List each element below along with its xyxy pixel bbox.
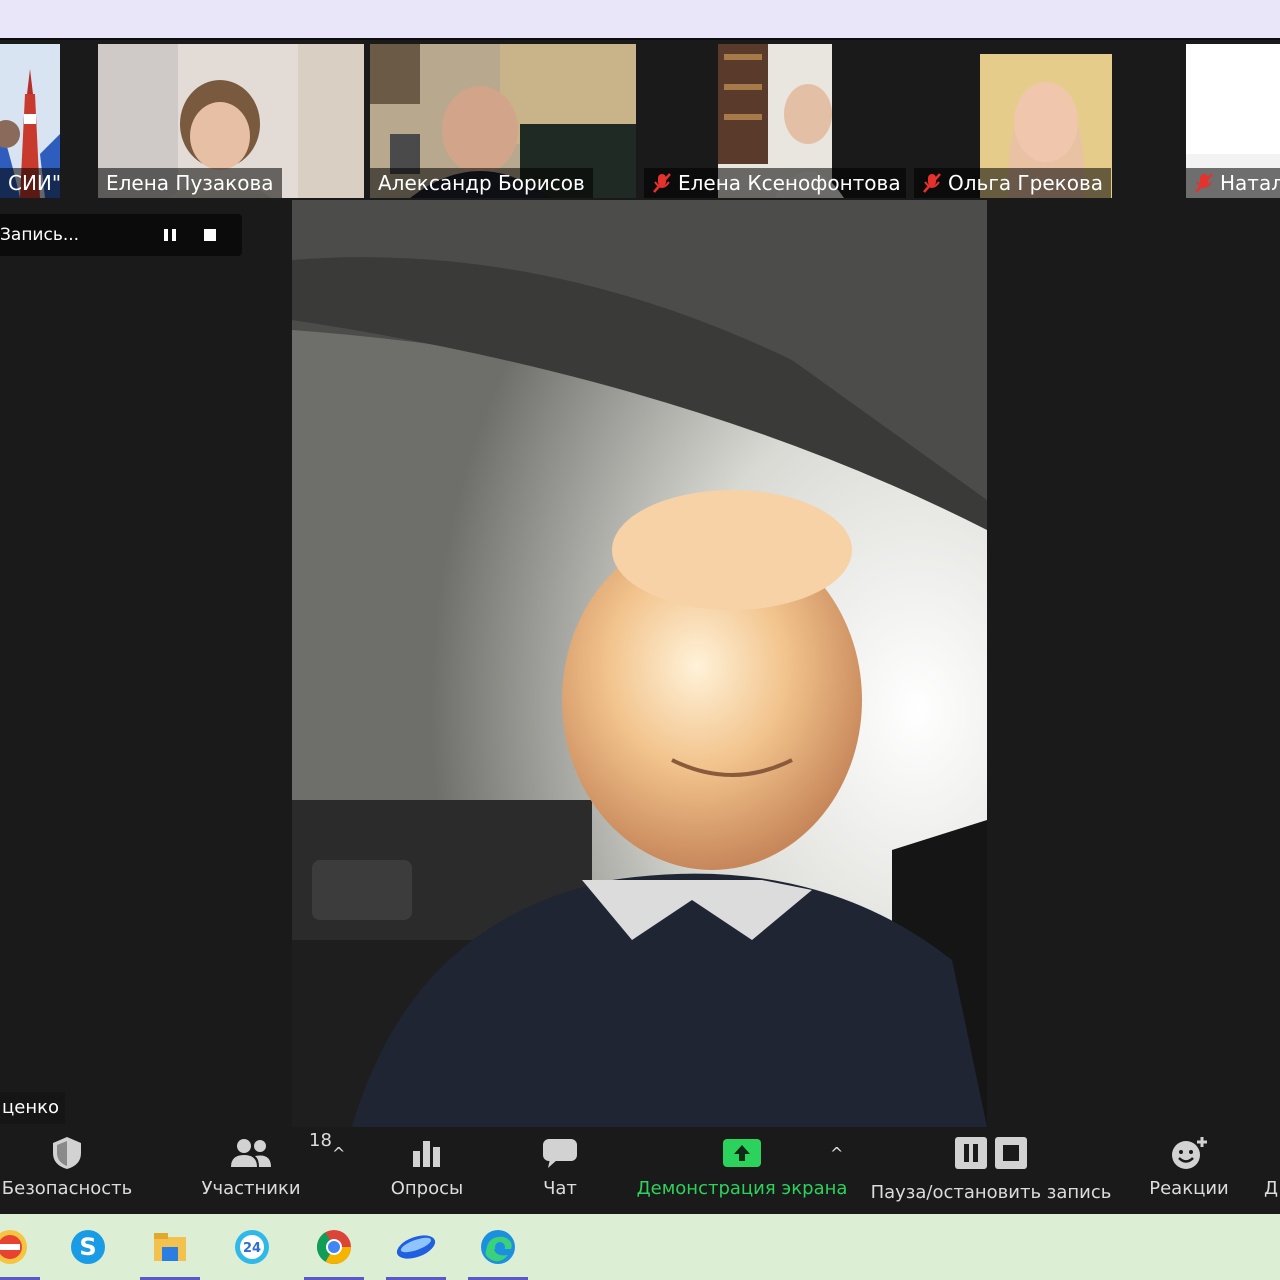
chrome-icon — [317, 1230, 351, 1264]
zoom-icon — [396, 1235, 436, 1259]
more-button[interactable]: Д — [1262, 1128, 1280, 1214]
taskbar-app-zoom[interactable] — [384, 1214, 448, 1280]
os-taskbar: S 24 — [0, 1214, 1280, 1280]
pause-icon — [955, 1137, 987, 1169]
polls-button[interactable]: Опросы — [382, 1128, 472, 1214]
participant-tile[interactable]: СИИ" Р... — [0, 44, 60, 198]
pause-stop-recording-button[interactable]: Пауза/остановить запись — [870, 1128, 1112, 1214]
taskbar-app-explorer[interactable] — [138, 1214, 202, 1280]
participant-name: Елена Ксенофонтова — [644, 168, 906, 198]
recording-status: Запись... — [0, 214, 242, 256]
stop-recording-button[interactable] — [190, 214, 230, 256]
muted-mic-icon — [922, 172, 942, 194]
smiley-add-icon — [1172, 1137, 1207, 1169]
chat-button[interactable]: Чат — [520, 1128, 600, 1214]
skype-icon: S — [71, 1230, 105, 1264]
svg-text:S: S — [79, 1233, 96, 1261]
participant-name: Ольга Грекова — [914, 168, 1111, 198]
muted-mic-icon — [652, 172, 672, 194]
participant-tile[interactable]: Александр Борисов — [370, 44, 636, 198]
taskbar-app-chrome[interactable] — [302, 1214, 366, 1280]
participant-tile[interactable]: Натал — [1186, 44, 1280, 198]
taskbar-app-bitrix24[interactable]: 24 — [220, 1214, 284, 1280]
participant-name: СИИ" Р... — [0, 168, 60, 198]
security-button[interactable]: Безопасность — [2, 1128, 132, 1214]
pause-recording-button[interactable] — [150, 214, 190, 256]
participant-tile[interactable]: Елена Пузакова — [98, 44, 364, 198]
recording-status-text: Запись... — [0, 225, 80, 245]
muted-mic-icon — [1194, 172, 1214, 194]
share-options-caret[interactable]: ^ — [830, 1144, 843, 1163]
yandex-browser-icon — [0, 1230, 27, 1264]
svg-text:24: 24 — [243, 1241, 261, 1256]
zoom-meeting-window: СИИ" Р... Елена Пузакова — [0, 38, 1280, 1214]
meeting-toolbar: Безопасность 18 Участники ^ Опросы Чат Д… — [0, 1128, 1280, 1214]
participant-tile[interactable]: Елена Ксенофонтова — [644, 44, 906, 198]
speaker-name-label: ценко — [0, 1092, 65, 1124]
reactions-button[interactable]: Реакции — [1144, 1128, 1234, 1214]
taskbar-app-edge[interactable] — [466, 1214, 530, 1280]
share-screen-icon — [723, 1139, 761, 1167]
participants-options-caret[interactable]: ^ — [332, 1144, 345, 1163]
shield-icon — [53, 1137, 81, 1169]
edge-icon — [481, 1230, 515, 1264]
participant-name: Натал — [1186, 168, 1280, 198]
chat-icon — [543, 1139, 577, 1168]
bitrix24-icon: 24 — [235, 1230, 269, 1264]
window-titlebar — [0, 0, 1280, 38]
participant-tile[interactable]: Ольга Грекова — [914, 44, 1114, 198]
active-speaker-video[interactable] — [292, 200, 987, 1127]
taskbar-app-skype[interactable]: S — [56, 1214, 120, 1280]
participant-gallery: СИИ" Р... Елена Пузакова — [0, 44, 1280, 198]
participants-button[interactable]: 18 Участники — [196, 1128, 331, 1214]
participant-name: Александр Борисов — [370, 168, 593, 198]
pause-icon — [164, 229, 176, 241]
taskbar-app-yandex[interactable] — [0, 1214, 42, 1280]
speaker-video-frame — [292, 200, 987, 1127]
stop-icon — [204, 229, 216, 241]
participants-count: 18 — [309, 1130, 332, 1151]
participants-icon — [231, 1139, 271, 1167]
participant-name: Елена Пузакова — [98, 168, 282, 198]
polls-icon — [413, 1141, 440, 1167]
share-screen-button[interactable]: Демонстрация экрана — [636, 1128, 848, 1214]
stop-icon — [995, 1137, 1027, 1169]
file-explorer-icon — [154, 1233, 186, 1261]
